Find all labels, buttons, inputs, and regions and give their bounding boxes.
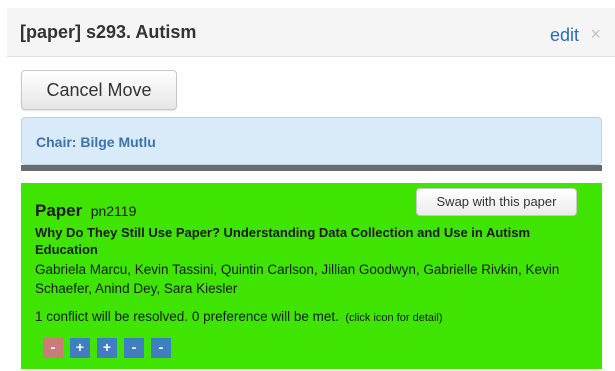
plus-icon[interactable]: + [70,338,90,358]
plus-icon[interactable]: + [97,338,117,358]
paper-title: Why Do They Still Use Paper? Understandi… [35,225,531,257]
minus-icon[interactable]: - [124,338,144,358]
cancel-move-button[interactable]: Cancel Move [21,70,177,110]
panel-header: [paper] s293. Autism edit × [7,8,615,57]
edit-link[interactable]: edit [550,25,579,46]
conflict-text: 1 conflict will be resolved. 0 preferenc… [35,309,339,324]
conflict-summary: 1 conflict will be resolved. 0 preferenc… [35,308,443,326]
paper-heading: Paper pn2119 [35,201,136,221]
paper-id: pn2119 [90,203,137,219]
session-title: [paper] s293. Autism [20,22,197,42]
close-icon[interactable]: × [590,24,601,45]
chair-box: Chair: Bilge Mutlu [21,117,602,165]
paper-type-label: Paper [35,201,83,220]
minus-icon[interactable]: - [151,338,171,358]
conflict-note: (click icon for detail) [345,312,443,324]
paper-card: Paper pn2119 Swap with this paper Why Do… [21,183,602,369]
minus-icon[interactable]: - [43,338,63,358]
paper-authors: Gabriela Marcu, Kevin Tassini, Quintin C… [35,262,560,296]
divider-bar [21,165,602,171]
swap-with-paper-button[interactable]: Swap with this paper [416,188,577,216]
chair-label: Chair: Bilge Mutlu [36,134,156,150]
session-panel: [paper] s293. Autism edit × Cancel Move … [0,0,615,371]
